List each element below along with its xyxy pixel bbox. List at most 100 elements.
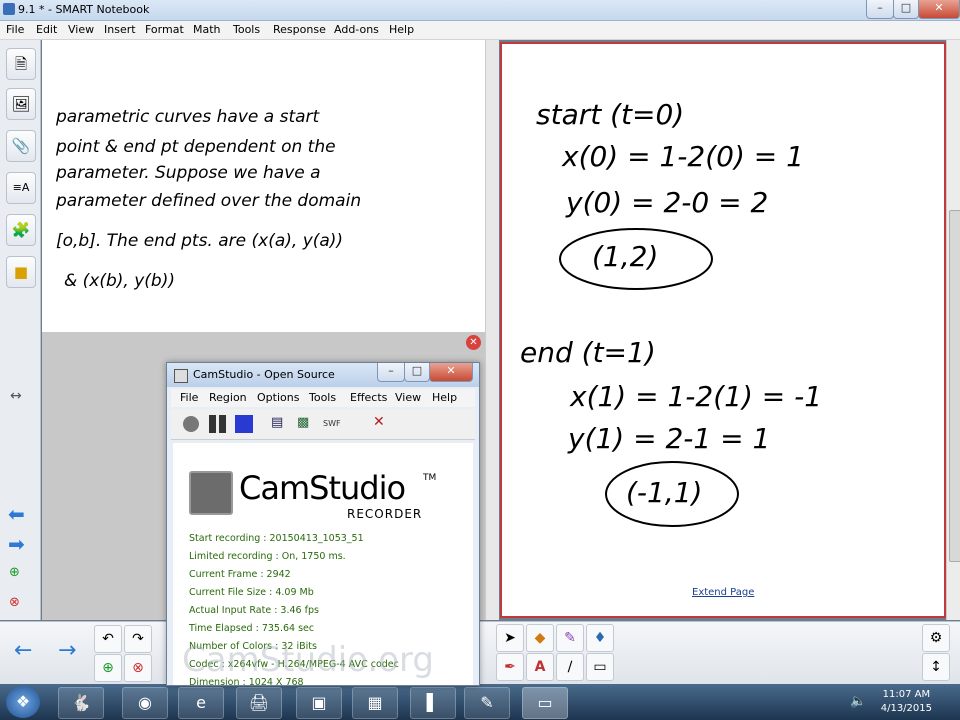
note-start: start (t=0) [536, 98, 684, 131]
stat-start-recording: Start recording : 20150413_1053_51 [189, 533, 364, 544]
camstudio-close-button[interactable]: ✕ [429, 363, 473, 382]
close-button[interactable]: ✕ [918, 0, 960, 19]
region-icon[interactable]: ✕ [373, 414, 393, 434]
previous-page-arrow-icon[interactable]: ⬅ [8, 502, 25, 526]
redo-icon[interactable]: ↷ [124, 625, 152, 653]
cam-menu-effects[interactable]: Effects [350, 391, 387, 404]
select-tool-icon[interactable]: ➤ [496, 624, 524, 652]
cam-menu-options[interactable]: Options [257, 391, 299, 404]
camstudio-maximize-button[interactable]: □ [404, 363, 430, 382]
add-ons-icon[interactable]: 🧩 [6, 214, 36, 246]
camstudio-watermark: CamStudio.org [182, 640, 434, 680]
record-button-icon[interactable] [183, 416, 199, 432]
camstudio-window[interactable]: CamStudio - Open Source – □ ✕ File Regio… [166, 362, 480, 686]
menu-insert[interactable]: Insert [104, 23, 136, 36]
taskbar-ie-icon[interactable]: e [178, 687, 224, 719]
stat-input-rate: Actual Input Rate : 3.46 fps [189, 605, 319, 616]
annotation-icon[interactable]: ▩ [297, 415, 315, 433]
stop-button-icon[interactable] [235, 415, 253, 433]
eraser-tool-icon[interactable]: ▭ [586, 653, 614, 681]
menu-add-ons[interactable]: Add-ons [334, 23, 379, 36]
add-page-button-icon[interactable]: ⊕ [94, 654, 122, 682]
camstudio-recorder-label: RECORDER [347, 507, 423, 521]
menu-bar: File Edit View Insert Format Math Tools … [0, 21, 960, 40]
vertical-scrollbar[interactable] [946, 40, 960, 620]
cam-menu-help[interactable]: Help [432, 391, 457, 404]
settings-gear-icon[interactable]: ⚙ [922, 624, 950, 652]
page-sorter-icon[interactable]: 🗎 [6, 48, 36, 80]
cam-menu-view[interactable]: View [395, 391, 421, 404]
menu-file[interactable]: File [6, 23, 24, 36]
lesson-activity-icon[interactable]: ■ [6, 256, 36, 288]
delete-button-icon[interactable]: ⊗ [124, 654, 152, 682]
line-tool-icon[interactable]: ∕ [556, 653, 584, 681]
start-button-icon[interactable]: ❖ [6, 686, 40, 718]
properties-icon[interactable]: ≡A [6, 172, 36, 204]
cam-menu-tools[interactable]: Tools [309, 391, 336, 404]
options-icon[interactable]: ▤ [271, 415, 289, 433]
forward-arrow-icon[interactable]: → [58, 638, 76, 663]
pen-tool-icon[interactable]: ✒ [496, 653, 524, 681]
menu-response[interactable]: Response [273, 23, 326, 36]
title-bar: 9.1 * - SMART Notebook – □ ✕ [0, 0, 960, 21]
next-page-arrow-icon[interactable]: ➡ [8, 532, 25, 556]
right-page-canvas[interactable]: start (t=0) x(0) = 1-2(0) = 1 y(0) = 2-0… [500, 42, 946, 618]
attachments-icon[interactable]: 📎 [6, 130, 36, 162]
note-y0: y(0) = 2-0 = 2 [565, 186, 768, 219]
taskbar-camstudio-icon[interactable]: ▭ [522, 687, 568, 719]
volume-icon[interactable]: 🔈 [850, 694, 866, 709]
camstudio-title-bar: CamStudio - Open Source – □ ✕ [167, 363, 479, 387]
windows-taskbar: ❖ 🐇 ◉ e 🖨 ▣ ▦ ▌ ✎ ▭ 🔈 11:07 AM 4/13/2015 [0, 684, 960, 720]
back-arrow-icon[interactable]: ← [14, 638, 32, 663]
note-line-4: parameter defined over the domain [55, 191, 361, 211]
note-x0: x(0) = 1-2(0) = 1 [561, 140, 804, 173]
shapes-tool-icon[interactable]: ◆ [526, 624, 554, 652]
delete-page-icon[interactable]: ⊗ [9, 595, 20, 610]
resize-arrows-icon[interactable]: ↔ [10, 388, 22, 404]
cam-menu-file[interactable]: File [180, 391, 198, 404]
side-tab-bar: 🗎 🖼 📎 ≡A 🧩 ■ ↔ ⬅ ➡ ⊕ ⊗ [0, 40, 41, 620]
menu-math[interactable]: Math [193, 23, 221, 36]
taskbar-network-icon[interactable]: 🖨 [236, 687, 282, 719]
magic-pen-icon[interactable]: ✎ [556, 624, 584, 652]
add-page-icon[interactable]: ⊕ [9, 565, 20, 580]
note-end: end (t=1) [520, 336, 656, 369]
taskbar-notebook-icon[interactable]: ✎ [464, 687, 510, 719]
menu-edit[interactable]: Edit [36, 23, 57, 36]
undo-icon[interactable]: ↶ [94, 625, 122, 653]
text-tool-icon[interactable]: A [526, 653, 554, 681]
gallery-icon[interactable]: 🖼 [6, 88, 36, 120]
close-page-icon[interactable]: ✕ [466, 335, 481, 350]
camstudio-minimize-button[interactable]: – [377, 363, 405, 382]
extend-page-link[interactable]: Extend Page [692, 587, 754, 598]
taskbar-app-rabbit-icon[interactable]: 🐇 [58, 687, 104, 719]
stat-limited-recording: Limited recording : On, 1750 ms. [189, 551, 346, 562]
window-title: 9.1 * - SMART Notebook [18, 3, 150, 16]
scrollbar-thumb[interactable] [949, 210, 960, 562]
menu-help[interactable]: Help [389, 23, 414, 36]
pause-button-icon[interactable] [209, 415, 227, 433]
taskbar-equalizer-icon[interactable]: ▌ [410, 687, 456, 719]
fill-tool-icon[interactable]: ♦ [586, 624, 614, 652]
clock-time: 11:07 AM [882, 689, 931, 700]
left-page-canvas[interactable]: parametric curves have a start point & e… [42, 40, 485, 332]
taskbar-firefox-icon[interactable]: ◉ [122, 687, 168, 719]
stat-current-frame: Current Frame : 2942 [189, 569, 291, 580]
menu-format[interactable]: Format [145, 23, 184, 36]
note-line-6: & (x(b), y(b)) [64, 271, 175, 291]
menu-view[interactable]: View [68, 23, 94, 36]
taskbar-app-icon[interactable]: ▣ [296, 687, 342, 719]
split-divider[interactable] [485, 40, 499, 620]
smart-notebook-app-icon [3, 3, 15, 15]
menu-tools[interactable]: Tools [233, 23, 260, 36]
note-point-start: (1,2) [592, 240, 658, 273]
camstudio-title: CamStudio - Open Source [193, 368, 335, 381]
minimize-button[interactable]: – [866, 0, 894, 19]
move-toolbar-icon[interactable]: ↕ [922, 653, 950, 681]
stat-file-size: Current File Size : 4.09 Mb [189, 587, 314, 598]
taskbar-calculator-icon[interactable]: ▦ [352, 687, 398, 719]
maximize-button[interactable]: □ [893, 0, 919, 19]
cam-menu-region[interactable]: Region [209, 391, 247, 404]
swf-icon[interactable]: SWF [323, 415, 343, 433]
system-clock[interactable]: 11:07 AM 4/13/2015 [881, 688, 932, 716]
